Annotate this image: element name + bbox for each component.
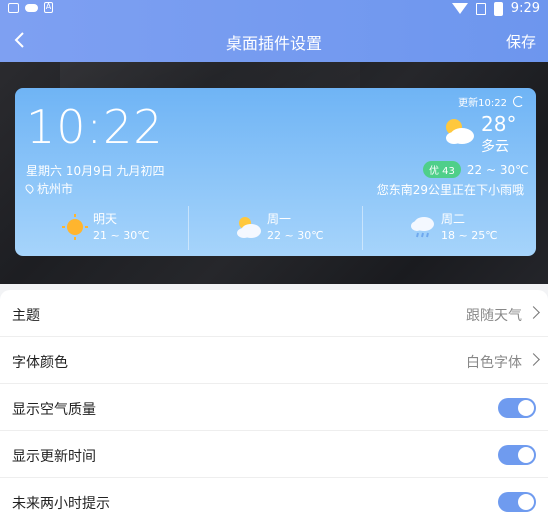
forecast-range: 22 ~ 30℃ (267, 229, 324, 242)
forecast-range: 21 ~ 30℃ (93, 229, 150, 242)
update-time-text: 更新10:22 (458, 98, 507, 109)
wifi-icon (451, 3, 468, 14)
current-condition: 多云 (481, 139, 509, 155)
forecast-day: 周二 (441, 212, 466, 226)
weather-widget-preview: 更新10:22 10:22 星期六 10月9日 九月初四 杭州市 28° 多云 … (15, 88, 536, 256)
forecast-range: 18 ~ 25℃ (441, 229, 498, 242)
app-root: A 9:29 桌面插件设置 保存 更新10:22 10:22 星期六 10月9日… (0, 0, 548, 529)
setting-font-color[interactable]: 字体颜色 白色字体 (0, 337, 548, 384)
widget-date: 星期六 10月9日 九月初四 (26, 164, 165, 178)
setting-label: 未来两小时提示 (12, 496, 110, 512)
forecast-item: 周二 18 ~ 25℃ (362, 206, 536, 250)
chevron-right-icon (527, 306, 540, 319)
setting-theme[interactable]: 主题 跟随天气 (0, 290, 548, 337)
toggle-knob (518, 400, 534, 416)
toggle-knob (518, 494, 534, 510)
aqi-and-range: 优 43 22 ~ 30℃ (423, 161, 529, 178)
status-bar: A 9:29 (0, 0, 548, 18)
partly-cloudy-icon (446, 119, 474, 144)
page-title: 桌面插件设置 (225, 34, 322, 53)
settings-list: 主题 跟随天气 字体颜色 白色字体 显示空气质量 显示更新时间 未来两小时提示 (0, 290, 548, 529)
rain-icon (411, 217, 434, 238)
setting-label: 字体颜色 (12, 355, 68, 371)
update-time-toggle[interactable] (498, 445, 536, 465)
forecast-row: 明天 21 ~ 30℃ 周一 22 ~ 30℃ 周二 18 ~ 25℃ (15, 206, 536, 250)
update-time: 更新10:22 (458, 94, 524, 109)
top-bar: 桌面插件设置 保存 (0, 20, 548, 60)
rain-tip: 您东南29公里正在下小雨哦 (376, 183, 524, 197)
setting-label: 主题 (12, 308, 40, 324)
setting-value: 跟随天气 (466, 308, 522, 324)
setting-label: 显示更新时间 (12, 449, 96, 465)
city-name: 杭州市 (37, 182, 74, 196)
forecast-day: 周一 (267, 212, 292, 226)
setting-value: 白色字体 (466, 355, 522, 371)
widget-clock: 10:22 (26, 100, 164, 154)
status-right: 9:29 (451, 1, 540, 16)
forecast-item: 周一 22 ~ 30℃ (188, 206, 362, 250)
status-left-icons: A (8, 2, 53, 13)
chevron-right-icon (527, 353, 540, 366)
two-hour-tip-toggle[interactable] (498, 492, 536, 512)
save-button[interactable]: 保存 (506, 31, 536, 52)
sunny-icon (62, 214, 88, 240)
forecast-item: 明天 21 ~ 30℃ (15, 206, 188, 250)
app-a-icon: A (44, 2, 53, 13)
current-temperature: 28° (481, 112, 517, 136)
refresh-icon[interactable] (513, 96, 524, 107)
air-quality-toggle[interactable] (498, 398, 536, 418)
setting-show-update-time: 显示更新时间 (0, 431, 548, 478)
gallery-icon (8, 2, 19, 13)
location-pin-icon (23, 182, 36, 195)
status-time: 9:29 (510, 1, 540, 16)
toggle-knob (518, 447, 534, 463)
today-temp-range: 22 ~ 30℃ (466, 162, 529, 177)
sim-icon (475, 2, 486, 15)
forecast-day: 明天 (93, 212, 118, 226)
setting-show-air-quality: 显示空气质量 (0, 384, 548, 431)
setting-two-hour-tip: 未来两小时提示 (0, 478, 548, 525)
battery-icon (493, 1, 503, 16)
cloud-icon (25, 3, 38, 12)
aqi-badge: 优 43 (423, 161, 461, 178)
widget-city: 杭州市 (23, 180, 74, 197)
setting-label: 显示空气质量 (12, 402, 96, 418)
partly-cloudy-icon (237, 217, 261, 238)
